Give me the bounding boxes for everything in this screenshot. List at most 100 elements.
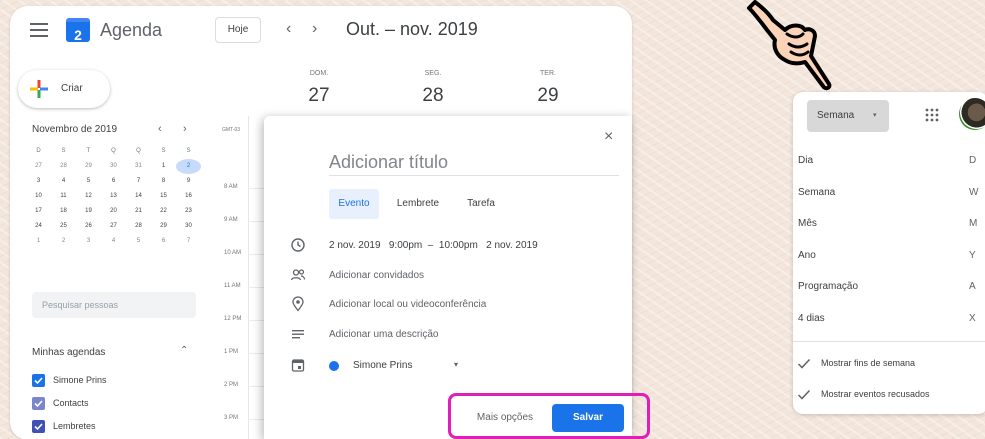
mini-calendar-day[interactable]: 29 (151, 219, 176, 234)
location-row[interactable]: Adicionar local ou videoconferência (290, 296, 610, 314)
mini-calendar-day[interactable]: 30 (176, 219, 201, 234)
day-header-mon[interactable]: SEG. 28 (403, 70, 463, 107)
day-header-tue[interactable]: TER. 29 (518, 70, 578, 107)
add-location-label[interactable]: Adicionar local ou videoconferência (329, 299, 486, 310)
mini-calendar-week: 3456789 (26, 174, 202, 189)
mini-calendar-day[interactable]: 2 (176, 159, 201, 174)
mini-calendar-day[interactable]: 22 (151, 204, 176, 219)
mini-calendar-day[interactable]: 27 (26, 159, 51, 174)
more-options-button[interactable]: Mais opções (462, 405, 548, 431)
checkbox-checked-icon[interactable] (32, 397, 45, 410)
checkbox-checked-icon[interactable] (32, 374, 45, 387)
mini-calendar-prev-button[interactable]: ‹ (158, 123, 162, 135)
mini-calendar-day[interactable]: 1 (151, 159, 176, 174)
chevron-up-icon[interactable]: ⌃ (180, 345, 188, 356)
tab-lembrete[interactable]: Lembrete (389, 189, 447, 219)
calendar-owner-select[interactable]: Simone Prins (353, 360, 412, 371)
mini-calendar-day[interactable]: 19 (76, 204, 101, 219)
mini-calendar-day[interactable]: 1 (26, 234, 51, 249)
today-button[interactable]: Hoje (215, 17, 261, 43)
add-guests-label[interactable]: Adicionar convidados (329, 270, 424, 281)
prev-period-button[interactable]: ‹ (286, 20, 291, 38)
mini-calendar-day[interactable]: 2 (51, 234, 76, 249)
calendar-checkbox-item[interactable]: Contacts (32, 396, 152, 412)
mini-calendar-next-button[interactable]: › (183, 123, 187, 135)
mini-calendar-day[interactable]: 13 (101, 189, 126, 204)
close-icon[interactable]: × (604, 128, 613, 146)
view-option-semana[interactable]: Semana W (793, 179, 985, 207)
search-people-input[interactable] (32, 292, 196, 318)
view-option-m-s[interactable]: Mês M (793, 210, 985, 238)
mini-calendar-day[interactable]: 7 (126, 174, 151, 189)
view-option-label: Mês (798, 218, 817, 229)
mini-calendar-day[interactable]: 14 (126, 189, 151, 204)
view-option-programa-o[interactable]: Programação A (793, 273, 985, 301)
view-toggle-item[interactable]: Mostrar eventos recusados (793, 383, 985, 407)
avatar[interactable] (959, 98, 985, 130)
mini-calendar-day[interactable]: 4 (101, 234, 126, 249)
day-header-sun[interactable]: DOM. 27 (289, 70, 349, 107)
guests-row[interactable]: Adicionar convidados (290, 267, 610, 285)
mini-calendar-day[interactable]: 12 (76, 189, 101, 204)
mini-calendar-day[interactable]: 24 (26, 219, 51, 234)
event-title-input[interactable] (329, 150, 619, 176)
calendar-checkbox-item[interactable]: Lembretes (32, 419, 152, 435)
calendar-owner-row[interactable]: Simone Prins ▾ (290, 357, 610, 375)
mini-calendar-day[interactable]: 28 (51, 159, 76, 174)
mini-calendar-day[interactable]: 23 (176, 204, 201, 219)
mini-calendar-day[interactable]: 25 (51, 219, 76, 234)
view-toggle-label: Mostrar eventos recusados (821, 389, 930, 399)
mini-calendar-day[interactable]: 29 (76, 159, 101, 174)
datetime-row[interactable]: 2 nov. 2019 9:00pm – 10:00pm 2 nov. 2019 (290, 237, 610, 255)
people-icon (290, 269, 306, 281)
mini-calendar-day[interactable]: 18 (51, 204, 76, 219)
view-option-dia[interactable]: Dia D (793, 147, 985, 175)
mini-calendar-day[interactable]: 21 (126, 204, 151, 219)
mini-calendar-day[interactable]: 3 (26, 174, 51, 189)
create-button[interactable]: Criar (18, 70, 110, 108)
view-selector-button[interactable]: Semana ▾ (807, 100, 889, 132)
save-button[interactable]: Salvar (552, 404, 624, 432)
add-description-label[interactable]: Adicionar uma descrição (329, 329, 439, 340)
view-option-ano[interactable]: Ano Y (793, 242, 985, 270)
mini-calendar-day[interactable]: 17 (26, 204, 51, 219)
mini-calendar-day[interactable]: 5 (76, 174, 101, 189)
calendar-name: Simone Prins (53, 375, 107, 385)
checkbox-checked-icon[interactable] (32, 420, 45, 433)
mini-calendar-day[interactable]: 20 (101, 204, 126, 219)
tab-evento[interactable]: Evento (329, 189, 379, 219)
description-row[interactable]: Adicionar uma descrição (290, 326, 610, 344)
caret-down-icon[interactable]: ▾ (454, 360, 458, 369)
mini-calendar-week: 1234567 (26, 234, 202, 249)
event-datetime[interactable]: 2 nov. 2019 9:00pm – 10:00pm 2 nov. 2019 (329, 240, 538, 251)
mini-calendar-day[interactable]: 10 (26, 189, 51, 204)
mini-calendar-day[interactable]: 7 (176, 234, 201, 249)
view-toggle-item[interactable]: Mostrar fins de semana (793, 352, 985, 376)
mini-calendar-day[interactable]: 28 (126, 219, 151, 234)
mini-calendar-day[interactable]: 30 (101, 159, 126, 174)
mini-calendar-day[interactable]: 3 (76, 234, 101, 249)
create-label: Criar (61, 83, 83, 94)
mini-calendar-day[interactable]: 27 (101, 219, 126, 234)
mini-calendar-day[interactable]: 11 (51, 189, 76, 204)
apps-grid-icon[interactable] (925, 108, 939, 122)
menu-icon[interactable] (30, 23, 48, 37)
checkmark-icon (797, 389, 811, 400)
view-option-4-dias[interactable]: 4 dias X (793, 305, 985, 333)
mini-calendar-day[interactable]: 15 (151, 189, 176, 204)
mini-calendar-day[interactable]: 6 (101, 174, 126, 189)
weekday-header: Q (136, 148, 141, 154)
tab-tarefa[interactable]: Tarefa (457, 189, 505, 219)
mini-calendar-day[interactable]: 4 (51, 174, 76, 189)
day-name: TER. (540, 70, 556, 77)
mini-calendar-day[interactable]: 8 (151, 174, 176, 189)
mini-calendar-day[interactable]: 16 (176, 189, 201, 204)
mini-calendar-day[interactable]: 26 (76, 219, 101, 234)
mini-calendar-day[interactable]: 9 (176, 174, 201, 189)
clock-icon (291, 238, 305, 252)
mini-calendar-day[interactable]: 31 (126, 159, 151, 174)
mini-calendar-day[interactable]: 6 (151, 234, 176, 249)
mini-calendar-day[interactable]: 5 (126, 234, 151, 249)
next-period-button[interactable]: › (312, 20, 317, 38)
calendar-checkbox-item[interactable]: Simone Prins (32, 373, 152, 389)
